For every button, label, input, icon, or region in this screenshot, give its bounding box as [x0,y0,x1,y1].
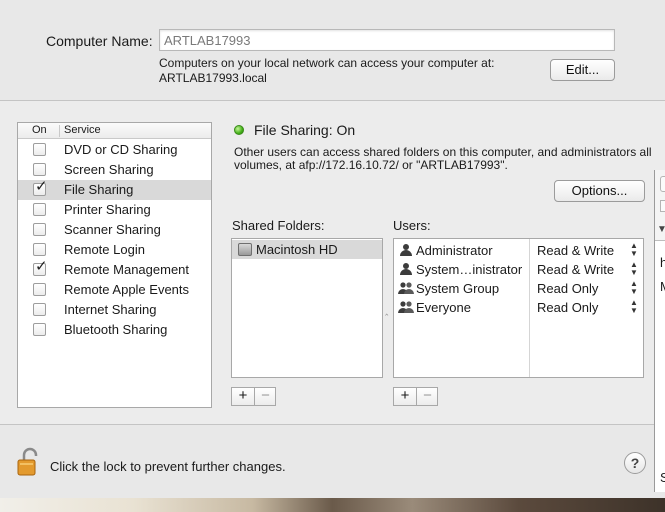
options-button[interactable]: Options... [554,180,645,202]
service-row[interactable]: ✓ File Sharing [18,179,211,200]
users-label: Users: [393,218,431,233]
sharing-status: File Sharing: On [254,122,356,138]
permission-popup[interactable]: Read & Write [537,262,614,277]
service-row[interactable]: Remote Apple Events [18,280,211,300]
service-row[interactable]: Internet Sharing [18,300,211,320]
user-name: Everyone [416,300,471,315]
edit-button[interactable]: Edit... [550,59,615,81]
shared-folders-add-remove: + − [231,387,276,406]
user-row[interactable]: System Group Read Only ▲ ▼ [394,279,643,298]
background-window-disclosure-icon[interactable]: ▼ [657,224,665,235]
user-icon [398,262,414,277]
service-label: Printer Sharing [64,202,151,217]
computer-name-label: Computer Name: [46,33,153,49]
permission-popup[interactable]: Read & Write [537,243,614,258]
remove-shared-folder-button[interactable]: − [254,388,276,405]
sharing-description: Other users can access shared folders on… [234,145,652,172]
computer-name-description: Computers on your local network can acce… [159,56,494,86]
background-window-list: h M [655,240,665,492]
permission-popup[interactable]: Read Only [537,281,598,296]
users-list: Administrator Read & Write ▲ ▼ System…inistr… [393,238,644,378]
hard-drive-icon [238,243,252,256]
service-row[interactable]: Bluetooth Sharing [18,320,211,340]
service-row[interactable]: Scanner Sharing [18,220,211,240]
service-checkbox[interactable]: ✓ [33,259,48,276]
service-checkbox[interactable] [33,223,46,236]
background-window[interactable]: ▼ h M S [654,170,665,492]
service-checkbox[interactable] [33,163,46,176]
computer-name-input[interactable] [159,29,615,51]
service-checkbox[interactable] [33,303,46,316]
service-list: On Service DVD or CD Sharing Screen Shari… [17,122,212,408]
background-window-control[interactable] [660,200,665,212]
shared-folder-name: Macintosh HD [256,242,338,257]
permission-popup[interactable]: Read Only [537,300,598,315]
service-label: Screen Sharing [64,162,154,177]
service-label: Remote Apple Events [64,282,190,297]
shared-folders-list: Macintosh HD [231,238,383,378]
popup-arrows-icon[interactable]: ▲ ▼ [630,261,638,277]
service-label: DVD or CD Sharing [64,142,178,157]
background-window-text: S [660,470,665,485]
user-name: System…inistrator [416,262,523,277]
checkmark-icon: ✓ [35,258,48,275]
service-label: Internet Sharing [64,302,157,317]
service-checkbox[interactable] [33,323,46,336]
popup-arrows-icon[interactable]: ▲ ▼ [630,242,638,258]
user-row[interactable]: System…inistrator Read & Write ▲ ▼ [394,260,643,279]
service-checkbox[interactable] [33,143,46,156]
service-checkbox[interactable] [33,283,46,296]
user-name: Administrator [416,243,493,258]
description-line-1: Computers on your local network can acce… [159,56,495,70]
add-shared-folder-button[interactable]: + [232,388,254,405]
shared-folders-label: Shared Folders: [232,218,325,233]
service-row[interactable]: DVD or CD Sharing [18,140,211,160]
service-label: Bluetooth Sharing [64,322,168,337]
service-label: Remote Login [64,242,145,257]
service-label: File Sharing [64,182,134,197]
user-row[interactable]: Administrator Read & Write ▲ ▼ [394,241,643,260]
service-row[interactable]: Remote Login [18,240,211,260]
users-add-remove: + − [393,387,438,406]
service-label: Scanner Sharing [64,222,161,237]
service-label: Remote Management [64,262,190,277]
add-user-button[interactable]: + [394,388,416,405]
service-checkbox[interactable]: ✓ [33,179,48,196]
popup-arrows-icon[interactable]: ▲ ▼ [630,299,638,315]
background-window-text: M [660,279,665,294]
lock-status-text: Click the lock to prevent further change… [50,459,286,474]
user-icon [398,243,414,258]
background-window-text: h [660,255,665,270]
column-header-service[interactable]: Service [64,123,101,138]
split-resize-handle[interactable]: ‸ [385,305,388,316]
user-row[interactable]: Everyone Read Only ▲ ▼ [394,298,643,317]
column-header-on[interactable]: On [32,123,47,138]
lock-icon[interactable] [16,447,42,477]
description-line-2: ARTLAB17993.local [159,71,267,85]
group-icon [398,300,414,315]
service-checkbox[interactable] [33,203,46,216]
popup-arrows-icon[interactable]: ▲ ▼ [630,280,638,296]
background-window-button[interactable] [660,176,665,192]
column-divider [59,125,60,137]
service-row[interactable]: ✓ Remote Management [18,259,211,280]
service-list-header: On Service [18,123,211,139]
status-indicator-icon [234,125,244,135]
computer-name-panel: Computer Name: Computers on your local n… [0,0,665,101]
checkmark-icon: ✓ [35,178,48,195]
service-row[interactable]: Printer Sharing [18,200,211,220]
shared-folder-row[interactable]: Macintosh HD [232,240,382,259]
service-checkbox[interactable] [33,243,46,256]
user-name: System Group [416,281,500,296]
help-button[interactable]: ? [624,452,646,474]
remove-user-button[interactable]: − [416,388,438,405]
service-row[interactable]: Screen Sharing [18,160,211,180]
group-icon [398,281,414,296]
desktop-background [0,498,665,512]
